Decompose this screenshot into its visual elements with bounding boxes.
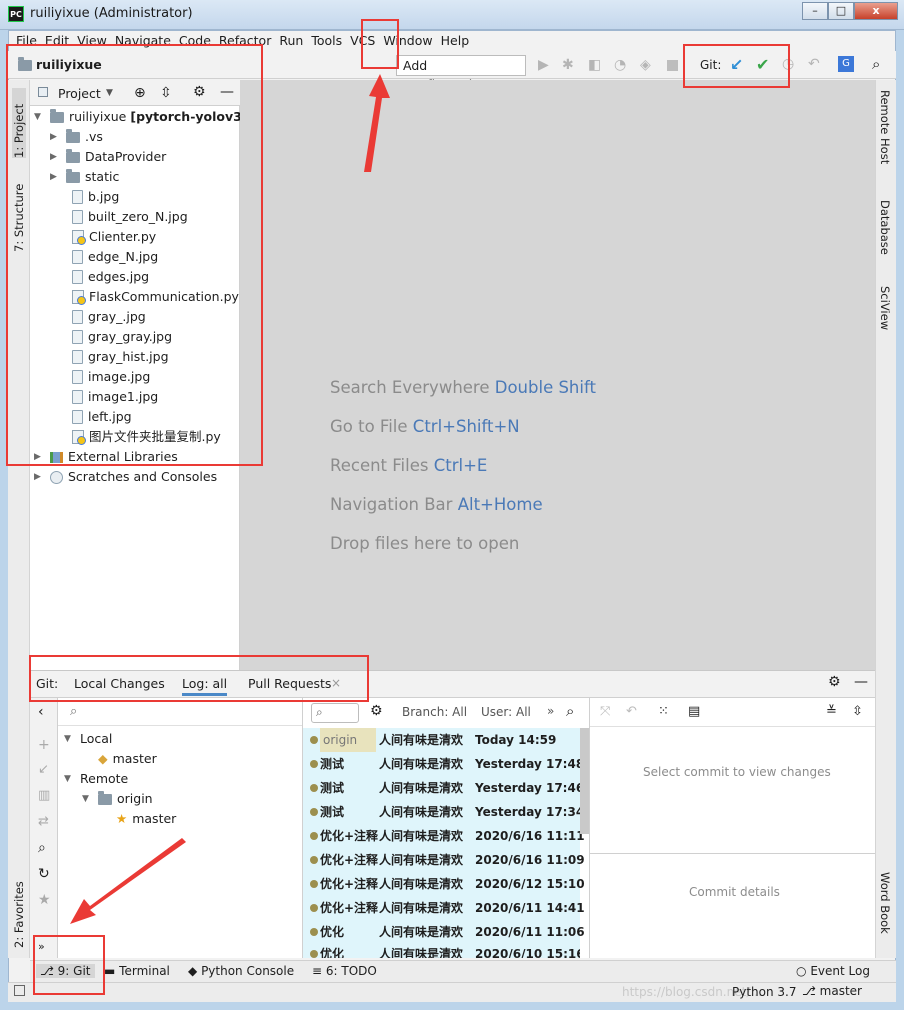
annotation-arrows [70,74,390,924]
arrow-to-git-tab [70,838,186,924]
arrow-to-vcs [364,74,390,172]
